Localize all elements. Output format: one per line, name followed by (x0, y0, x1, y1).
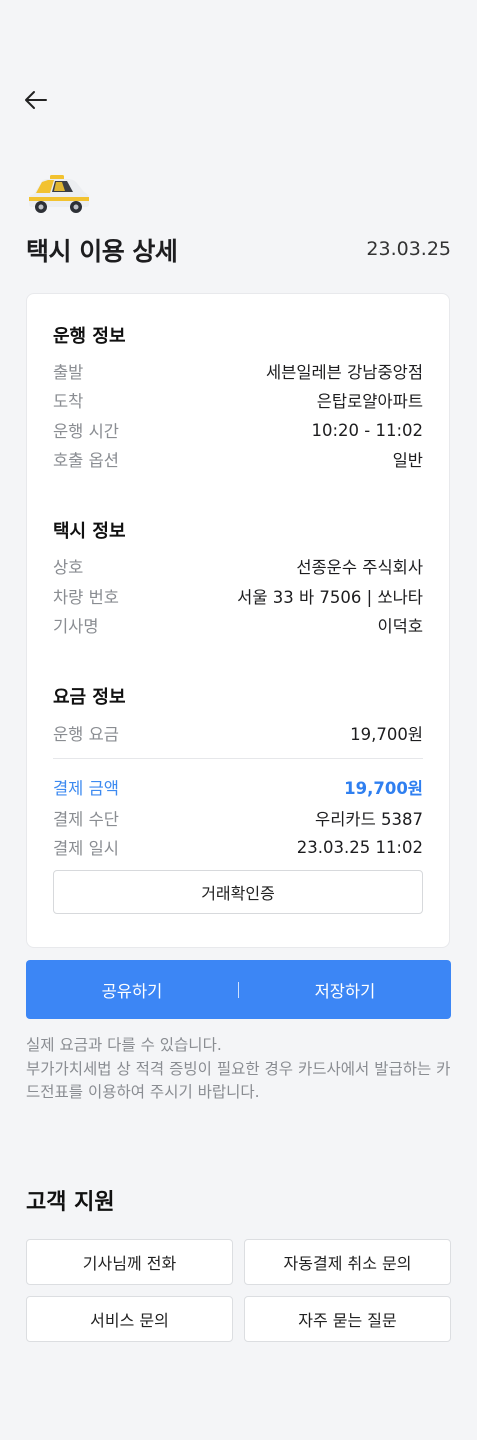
fare-row-datetime: 결제 일시 23.03.25 11:02 (53, 836, 423, 859)
row-value: 10:20 - 11:02 (311, 420, 423, 440)
taxi-row-company: 상호 선종운수 주식회사 (53, 555, 423, 577)
arrow-left-icon (25, 91, 47, 109)
row-value: 서울 33 바 7506 | 쏘나타 (237, 588, 423, 607)
share-save-bar: 공유하기 저장하기 (26, 960, 451, 1019)
row-value: 23.03.25 11:02 (296, 837, 423, 857)
fare-row-paid: 결제 금액 19,700원 (53, 776, 423, 798)
row-label: 상호 (53, 558, 84, 577)
taxi-row-vehicle: 차량 번호 서울 33 바 7506 | 쏘나타 (53, 585, 423, 607)
fare-row-method: 결제 수단 우리카드 5387 (53, 807, 423, 829)
drive-row-departure: 출발 세븐일레븐 강남중앙점 (53, 360, 423, 382)
row-value: 선종운수 주식회사 (296, 558, 423, 577)
service-inquiry-button[interactable]: 서비스 문의 (26, 1296, 233, 1342)
row-label: 결제 일시 (53, 839, 119, 858)
ride-date: 23.03.25 (366, 238, 451, 260)
notice-line: 부가가치세법 상 적격 증빙이 필요한 경우 카드사에서 발급하는 카드전표를 … (26, 1059, 451, 1102)
taxi-row-driver: 기사명 이덕호 (53, 614, 423, 636)
row-label: 기사명 (53, 617, 99, 636)
notice-line: 실제 요금과 다를 수 있습니다. (26, 1036, 222, 1054)
drive-row-time: 운행 시간 10:20 - 11:02 (53, 419, 423, 442)
ride-detail-card: 운행 정보 출발 세븐일레븐 강남중앙점 도착 은탑로얄아파트 운행 시간 10… (26, 293, 450, 948)
transaction-receipt-button[interactable]: 거래확인증 (53, 870, 423, 914)
row-label: 운행 시간 (53, 422, 119, 441)
fare-info-title: 요금 정보 (53, 687, 126, 708)
row-value: 일반 (392, 451, 423, 470)
call-driver-button[interactable]: 기사님께 전화 (26, 1239, 233, 1285)
taxi-info-title: 택시 정보 (53, 521, 126, 542)
row-label: 결제 수단 (53, 810, 119, 829)
row-label: 차량 번호 (53, 588, 119, 607)
taxi-icon (26, 172, 92, 216)
row-label: 결제 금액 (53, 779, 119, 798)
row-label: 도착 (53, 392, 84, 411)
row-label: 운행 요금 (53, 725, 119, 744)
fare-divider (53, 758, 423, 759)
drive-row-arrival: 도착 은탑로얄아파트 (53, 389, 423, 411)
fare-row-amount: 운행 요금 19,700원 (53, 722, 423, 744)
drive-info-title: 운행 정보 (53, 326, 126, 347)
faq-button[interactable]: 자주 묻는 질문 (244, 1296, 451, 1342)
row-label: 출발 (53, 363, 84, 382)
row-value: 이덕호 (377, 617, 423, 636)
back-button[interactable] (22, 86, 50, 114)
row-value: 은탑로얄아파트 (316, 392, 423, 411)
support-title: 고객 지원 (26, 1190, 115, 1215)
cancel-autopay-button[interactable]: 자동결제 취소 문의 (244, 1239, 451, 1285)
row-label: 호출 옵션 (53, 451, 119, 470)
fare-notice: 실제 요금과 다를 수 있습니다. 부가가치세법 상 적격 증빙이 필요한 경우… (26, 1034, 456, 1105)
save-button[interactable]: 저장하기 (239, 978, 451, 1002)
row-value: 우리카드 5387 (315, 810, 423, 829)
drive-row-option: 호출 옵션 일반 (53, 448, 423, 470)
row-value: 19,700원 (350, 725, 423, 744)
page-title: 택시 이용 상세 (26, 237, 178, 266)
row-value: 세븐일레븐 강남중앙점 (265, 363, 423, 382)
share-button[interactable]: 공유하기 (26, 978, 238, 1002)
row-value: 19,700원 (344, 779, 423, 798)
